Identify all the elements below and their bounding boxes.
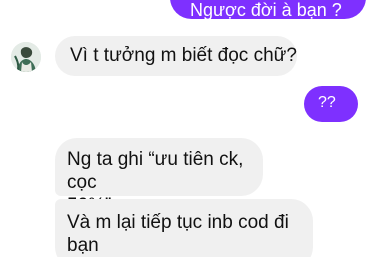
message-bubble-outgoing[interactable]: Ngược đời à bạn ? xyxy=(170,0,366,20)
message-text-line: Và m lại tiếp tục inb cod đi xyxy=(67,212,289,233)
message-text-line: Ng ta ghi “ưu tiên ck, cọc xyxy=(67,149,244,193)
message-text-line: bạn xyxy=(67,235,99,256)
message-bubble-outgoing[interactable]: ?? xyxy=(304,86,358,122)
message-text: Vì t tưởng m biết đọc chữ? xyxy=(70,45,297,66)
message-bubble-incoming[interactable]: Và m lại tiếp tục inb cod đi bạn xyxy=(55,199,313,257)
message-bubble-incoming[interactable]: Ng ta ghi “ưu tiên ck, cọc 50%” xyxy=(55,138,263,216)
message-text: Ngược đời à bạn ? xyxy=(190,0,342,20)
message-bubble-incoming[interactable]: Vì t tưởng m biết đọc chữ? xyxy=(55,36,297,76)
contact-avatar-icon xyxy=(11,42,41,72)
avatar[interactable] xyxy=(11,42,41,72)
message-text: ?? xyxy=(318,94,336,111)
